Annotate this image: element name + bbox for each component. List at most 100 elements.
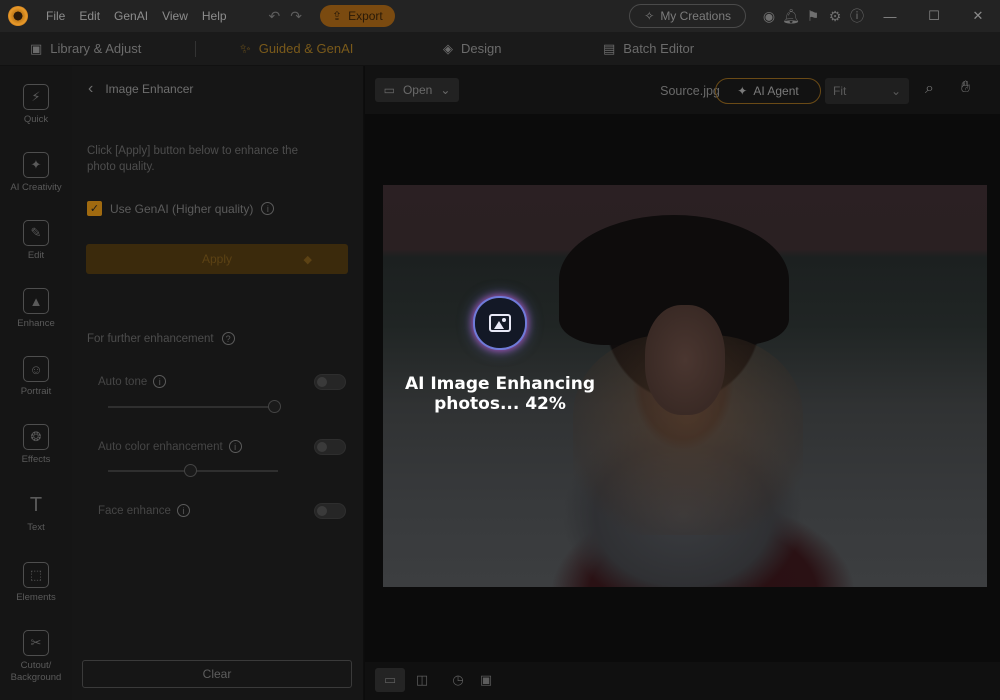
ai-agent-label: AI Agent [753,84,799,98]
open-button[interactable]: ▭ Open ⌄ [375,78,459,102]
help-icon[interactable]: ⓘ [846,5,868,27]
clear-button[interactable]: Clear [82,660,352,688]
panel-title: Image Enhancer [105,82,194,96]
undo-redo-group: ↶ ↷ [269,8,302,25]
tab-design[interactable]: ◈ Design [443,41,501,57]
original-image-icon[interactable]: ▣ [471,668,501,692]
canvas-toolbar: ▭ Open ⌄ Source.jpg ✦ AI Agent Fit ⌄ ⌕ ✋… [365,66,1000,114]
tab-label: Batch Editor [623,41,695,56]
chevron-down-icon: ⌄ [440,83,451,97]
rail-item-cutout-background[interactable]: ✂ Cutout/ Background [0,630,72,690]
export-icon: ⇪ [332,9,343,23]
fit-value: Fit [833,84,847,98]
face-enhance-option: Face enhance i [98,504,190,517]
rail-item-portrait[interactable]: ☺ Portrait [0,356,72,416]
help-circle-icon[interactable]: ? [221,332,235,345]
canvas-bottom-bar: ▭ ◫ ◷ ▣ [365,662,1000,700]
option-label: Auto color enhancement [98,440,223,453]
redo-icon[interactable]: ↷ [290,8,302,25]
open-label: Open [402,83,433,97]
rail-label: Effects [21,454,51,465]
tab-label: Guided & GenAI [258,41,354,56]
auto-tone-toggle[interactable] [314,374,346,390]
minimize-button[interactable]: — [868,0,912,32]
my-creations-label: My Creations [660,9,731,23]
rail-item-enhance[interactable]: ▲ Enhance [0,288,72,348]
edit-icon: ✎ [23,220,49,246]
compare-view-icon[interactable]: ◫ [407,668,437,692]
library-icon: ▣ [30,40,43,56]
export-label: Export [348,9,383,23]
apply-label: Apply [201,252,233,266]
rail-item-ai-creativity[interactable]: ✦ AI Creativity [0,152,72,212]
photo-face-region [645,305,725,415]
rail-label: Portrait [20,386,52,397]
effects-icon: ❂ [23,424,49,450]
layers-icon: ◈ [443,40,453,56]
info-icon[interactable]: i [228,440,242,453]
rail-item-edit[interactable]: ✎ Edit [0,220,72,280]
left-tool-rail: ⚡︎ Quick ✦ AI Creativity ✎ Edit ▲ Enhanc… [0,66,72,700]
elements-icon: ⬚ [23,562,49,588]
info-icon[interactable]: i [176,504,190,517]
menu-view[interactable]: View [162,9,188,23]
tab-separator [195,41,196,57]
menu-edit[interactable]: Edit [79,9,100,23]
ai-agent-button[interactable]: ✦ AI Agent [715,78,821,104]
tab-library-adjust[interactable]: ▣ Library & Adjust [30,41,141,57]
undo-icon[interactable]: ↶ [269,8,281,25]
magic-wand-icon: ✨︎ [240,40,251,56]
single-view-icon[interactable]: ▭ [375,668,405,692]
auto-tone-option: Auto tone i [98,375,167,388]
app-logo [8,6,28,26]
rail-label: Cutout/ Background [10,660,62,683]
credit-icon: ◆ [303,253,312,266]
menu-file[interactable]: File [46,9,65,23]
apply-button[interactable]: Apply ◆ [86,244,348,274]
quick-icon: ⚡︎ [23,84,49,110]
export-button[interactable]: ⇪ Export [320,5,395,27]
menu-help[interactable]: Help [202,9,227,23]
tab-batch-editor[interactable]: ▤ Batch Editor [603,41,694,57]
panel-description: Click [Apply] button below to enhance th… [87,145,298,173]
rail-item-text[interactable]: T Text [0,492,72,552]
further-label: For further enhancement [87,332,214,345]
auto-color-enhancement-toggle[interactable] [314,439,346,455]
canvas-area: ▭ Open ⌄ Source.jpg ✦ AI Agent Fit ⌄ ⌕ ✋… [365,66,1000,700]
history-icon[interactable]: ◷ [443,668,473,692]
menu-genai[interactable]: GenAI [114,9,148,23]
notification-bell-icon[interactable]: 🔔︎ [780,5,802,27]
zoom-fit-select[interactable]: Fit ⌄ [825,78,909,104]
face-enhance-toggle[interactable] [314,503,346,519]
back-chevron-icon[interactable]: ‹ [88,80,93,98]
panel-header: ‹ Image Enhancer [88,80,193,98]
slider-knob[interactable] [184,464,197,477]
enhance-icon: ▲ [23,288,49,314]
auto-color-enhancement-slider[interactable] [108,464,278,477]
rail-label: Text [27,522,45,533]
account-icon[interactable]: ◉ [758,5,780,27]
feedback-icon[interactable]: ⚑ [802,5,824,27]
use-genai-checkbox[interactable]: ✓ [87,201,102,216]
slider-knob[interactable] [268,400,281,413]
image-enhancer-panel: ‹ Image Enhancer Click [Apply] button be… [72,66,364,700]
settings-gear-icon[interactable]: ⚙ [824,5,846,27]
rail-item-effects[interactable]: ❂ Effects [0,424,72,484]
close-window-button[interactable]: ✕ [956,0,1000,32]
cutout-icon: ✂ [23,630,49,656]
title-bar: File Edit GenAI View Help ↶ ↷ ⇪ Export ✧… [0,0,1000,32]
info-icon[interactable]: i [153,375,167,388]
my-creations-button[interactable]: ✧ My Creations [629,4,746,28]
rail-label: Quick [23,114,49,125]
rail-label: Elements [16,592,56,603]
enhancing-progress-text: AI Image Enhancing photos... 42% [404,374,596,414]
hand-pan-icon[interactable]: ✋︎ [961,79,970,97]
rail-item-elements[interactable]: ⬚ Elements [0,562,72,622]
rail-item-quick[interactable]: ⚡︎ Quick [0,84,72,144]
sparkle-icon: ✧ [644,9,655,23]
info-icon[interactable]: i [261,202,275,215]
tab-guided-genai[interactable]: ✨︎ Guided & GenAI [240,41,353,57]
search-zoom-icon[interactable]: ⌕ [925,80,934,98]
auto-tone-slider[interactable] [108,400,281,413]
maximize-button[interactable]: ☐ [912,0,956,32]
